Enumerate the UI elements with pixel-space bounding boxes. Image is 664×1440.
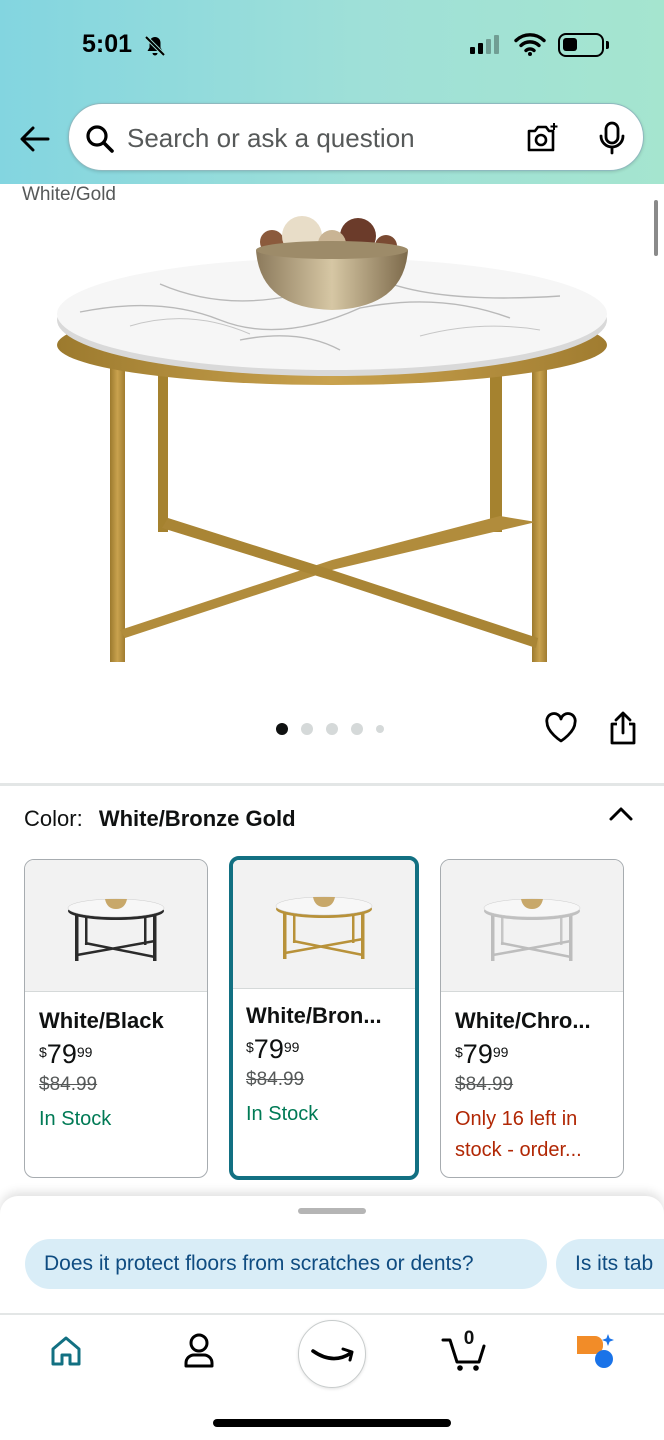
price-fraction: 99 — [283, 1039, 300, 1055]
product-image[interactable] — [40, 200, 624, 680]
color-option-card-selected[interactable]: White/Bron... $ 79 99 $84.99 In Stock — [229, 856, 419, 1180]
home-indicator[interactable] — [213, 1419, 451, 1427]
carousel-dot[interactable] — [276, 723, 288, 735]
stock-status: Only 16 left in stock - order... — [455, 1104, 623, 1166]
search-placeholder: Search or ask a question — [127, 123, 415, 153]
home-icon[interactable] — [48, 1334, 84, 1368]
price-currency: $ — [39, 1044, 47, 1060]
sheet-drag-handle[interactable] — [298, 1208, 366, 1214]
amazon-smile-icon — [311, 1347, 354, 1362]
color-option-thumbnail — [233, 860, 415, 989]
selected-color: White/Bronze Gold — [98, 806, 296, 831]
back-arrow-icon[interactable] — [18, 122, 52, 156]
questions-sheet: Does it protect floors from scratches or… — [0, 1196, 664, 1440]
color-option-card[interactable]: White/Chro... $ 79 99 $84.99 Only 16 lef… — [440, 859, 624, 1178]
amazon-button[interactable] — [298, 1320, 366, 1388]
carousel-dot[interactable] — [376, 725, 384, 733]
status-time: 5:01 — [82, 30, 133, 58]
heart-icon[interactable] — [544, 712, 578, 744]
stock-status-line: stock - order... — [455, 1139, 582, 1161]
price-fraction: 99 — [76, 1044, 93, 1060]
list-price: $84.99 — [39, 1074, 98, 1095]
battery-icon — [558, 33, 609, 57]
color-label: Color: — [24, 806, 83, 831]
chevron-up-icon[interactable] — [607, 804, 635, 824]
color-selector-header[interactable]: Color: White/Bronze Gold — [24, 806, 296, 832]
image-carousel-indicator[interactable] — [276, 723, 384, 735]
price-whole: 79 — [46, 1039, 77, 1069]
color-option-thumbnail — [441, 860, 623, 992]
bell-off-icon — [144, 35, 166, 57]
cart-count: 0 — [463, 1328, 475, 1349]
scrollbar[interactable] — [654, 200, 658, 256]
question-chip[interactable]: Is its tab — [556, 1239, 664, 1289]
stock-status-line: Only 16 left in — [455, 1108, 578, 1130]
section-divider — [0, 783, 664, 786]
cellular-signal-icon — [470, 34, 499, 54]
price-fraction: 99 — [492, 1044, 509, 1060]
sheet-divider — [0, 1313, 664, 1315]
carousel-dot[interactable] — [301, 723, 313, 735]
microphone-icon[interactable] — [597, 121, 627, 155]
table-thumbnail-gold — [275, 896, 373, 959]
color-option-card[interactable]: White/Black $ 79 99 $84.99 In Stock — [24, 859, 208, 1178]
color-option-thumbnail — [25, 860, 207, 992]
price-whole: 79 — [253, 1034, 284, 1064]
camera-lens-icon[interactable] — [525, 121, 559, 155]
list-price: $84.99 — [455, 1074, 514, 1095]
price-currency: $ — [246, 1039, 254, 1055]
share-icon[interactable] — [608, 710, 638, 746]
wifi-icon — [514, 33, 546, 56]
table-thumbnail-chrome — [483, 898, 581, 961]
table-thumbnail-black — [67, 898, 165, 961]
header: 5:01 Search or ask a question — [0, 0, 664, 184]
rufus-assistant-icon[interactable] — [574, 1332, 616, 1370]
price: $ 79 99 — [246, 1035, 415, 1063]
price-whole: 79 — [462, 1039, 493, 1069]
carousel-dot[interactable] — [326, 723, 338, 735]
list-price: $84.99 — [246, 1069, 305, 1090]
carousel-dot[interactable] — [351, 723, 363, 735]
search-input[interactable]: Search or ask a question — [68, 103, 644, 171]
search-icon — [86, 125, 114, 153]
stock-status: In Stock — [246, 1103, 319, 1125]
price-currency: $ — [455, 1044, 463, 1060]
price: $ 79 99 — [39, 1040, 207, 1068]
profile-icon[interactable] — [182, 1332, 216, 1370]
question-chip[interactable]: Does it protect floors from scratches or… — [25, 1239, 547, 1289]
stock-status: In Stock — [39, 1108, 112, 1130]
color-option-name: White/Bron... — [246, 1003, 382, 1028]
color-option-name: White/Chro... — [455, 1008, 591, 1033]
color-option-name: White/Black — [39, 1008, 164, 1033]
price: $ 79 99 — [455, 1040, 623, 1068]
